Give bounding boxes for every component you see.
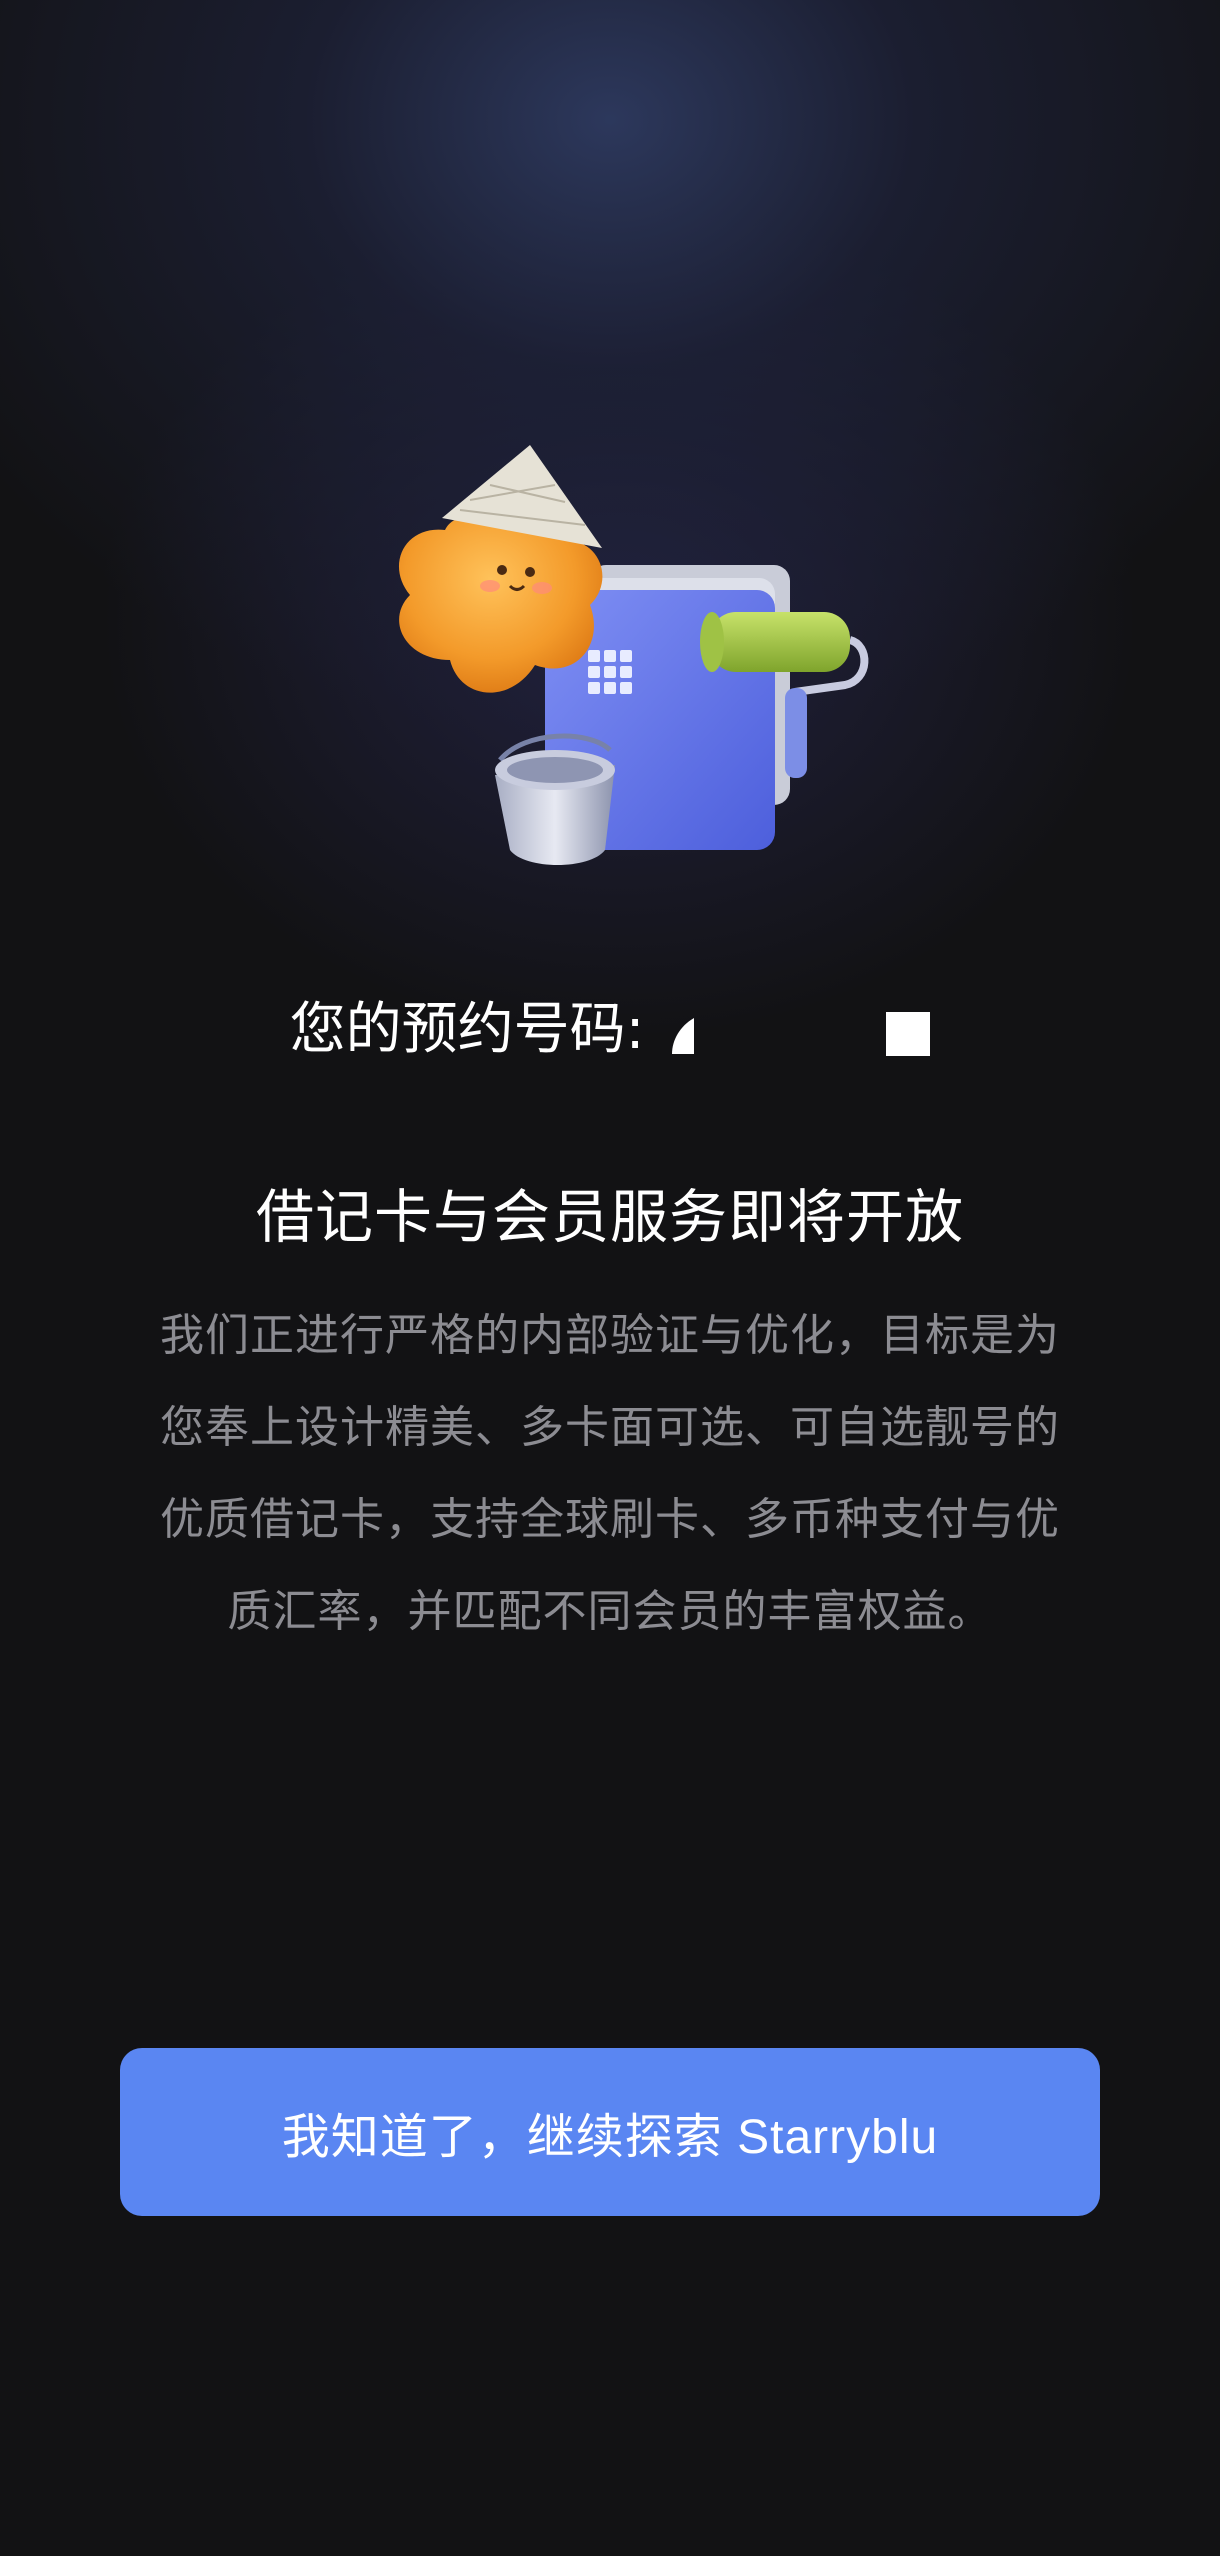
continue-exploring-button[interactable]: 我知道了，继续探索 Starryblu (120, 2048, 1100, 2216)
star-mascot-icon (398, 445, 603, 693)
reservation-number-row: 您的预约号码: (0, 990, 1220, 1070)
mascot-card-illustration (398, 445, 869, 865)
notice-title: 借记卡与会员服务即将开放 (255, 1183, 964, 1251)
reservation-label: 您的预约号码: (289, 997, 645, 1062)
notice-description: 我们正进行严格的内部验证与优化，目标是为您奉上设计精美、多卡面可选、可自选靓号的… (160, 1310, 1060, 1637)
reservation-number-masked (668, 998, 931, 1062)
chip-grid (588, 650, 632, 694)
hero-illustration (350, 430, 890, 880)
masked-digit-left (672, 1018, 695, 1054)
masked-digit-right (886, 1012, 931, 1056)
